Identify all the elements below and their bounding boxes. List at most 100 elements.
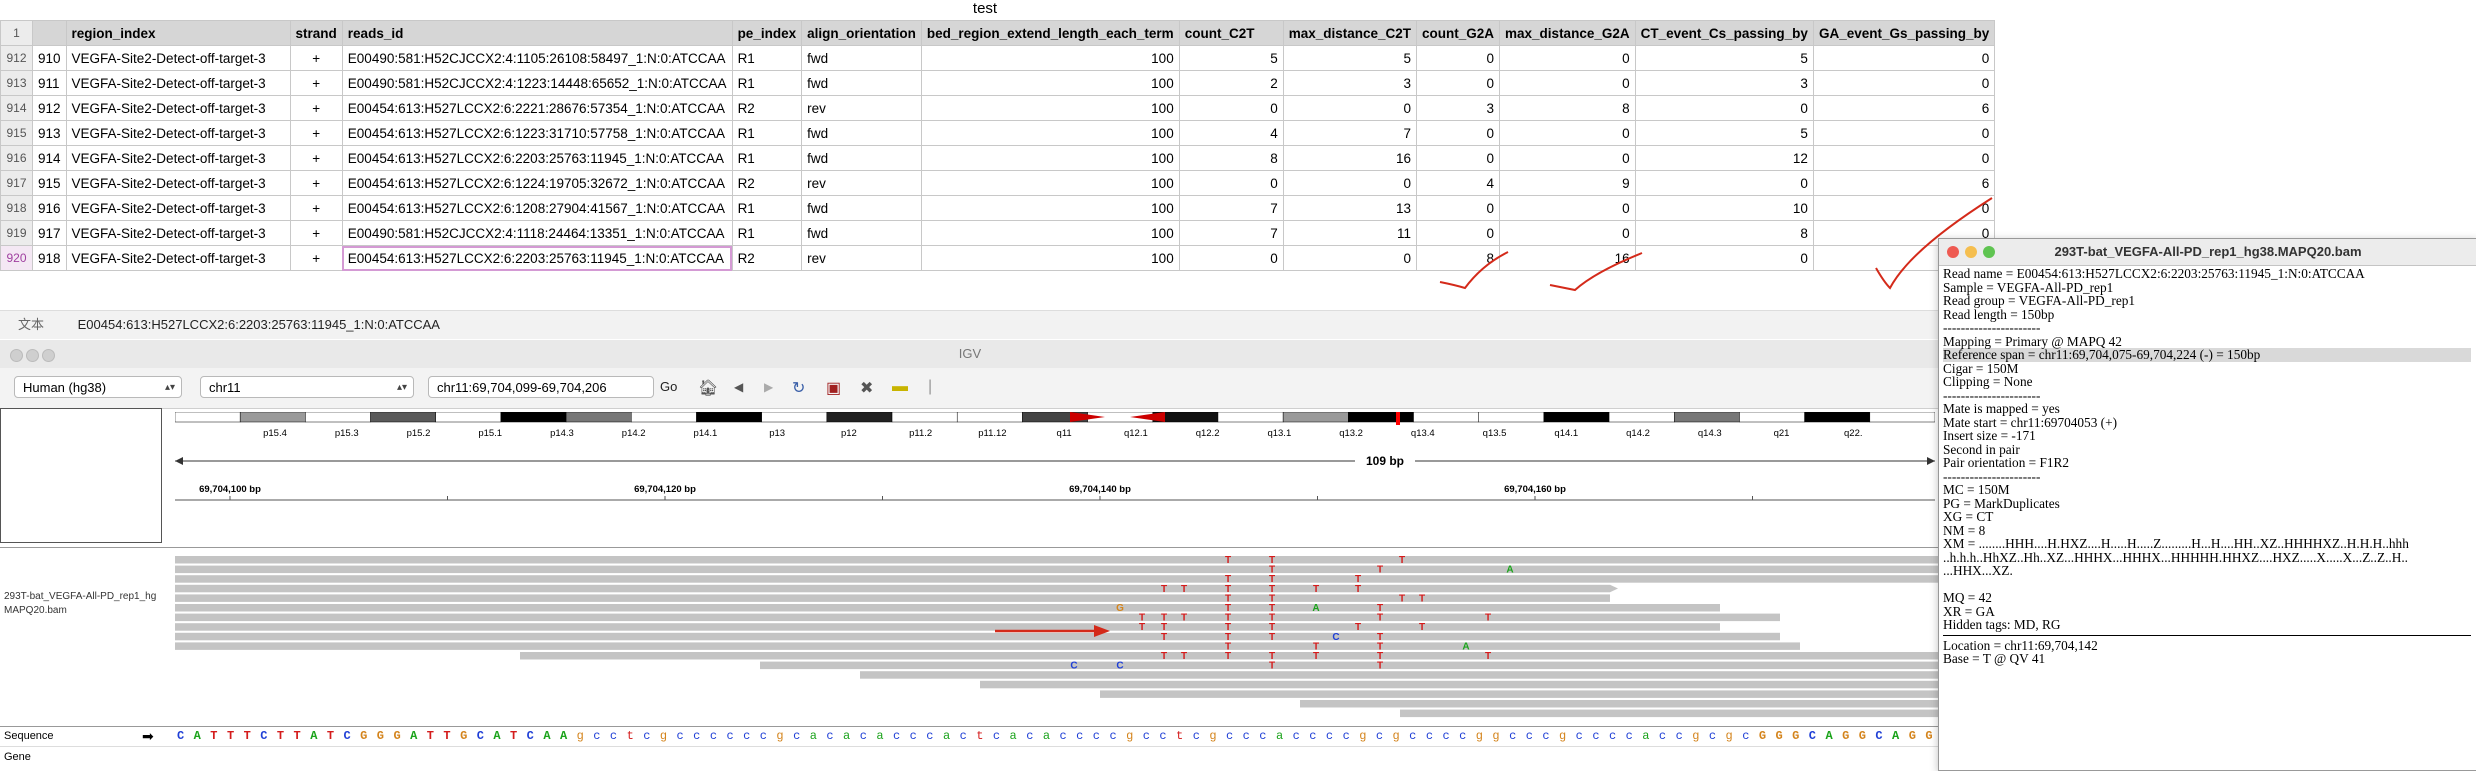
- table-cell-region[interactable]: VEGFA-Site2-Detect-off-target-3: [65, 195, 291, 221]
- column-header-count-C2T[interactable]: count_C2T: [1178, 20, 1284, 46]
- table-cell-md-c2t[interactable]: 0: [1282, 245, 1418, 271]
- table-cell-c2t[interactable]: 5: [1178, 45, 1284, 71]
- read-bar[interactable]: [860, 671, 1940, 679]
- table-cell-g2a[interactable]: 3: [1416, 95, 1501, 121]
- region-icon[interactable]: ▣: [826, 378, 841, 398]
- table-cell-pe[interactable]: R1: [731, 145, 803, 171]
- table-cell-orient[interactable]: fwd: [801, 145, 922, 171]
- read-bar[interactable]: [175, 575, 1940, 583]
- ruler-icon[interactable]: |: [928, 378, 932, 396]
- ideogram-band[interactable]: [175, 412, 241, 423]
- ideogram-band[interactable]: [239, 412, 306, 423]
- row-number[interactable]: 917: [0, 170, 33, 196]
- genome-select[interactable]: Human (hg38) ▴▾: [14, 376, 182, 398]
- index-column-header[interactable]: [32, 20, 67, 46]
- table-cell-g2a[interactable]: 0: [1416, 120, 1501, 146]
- table-cell-ct-pass[interactable]: 12: [1634, 145, 1814, 171]
- ideogram-band[interactable]: [1869, 412, 1935, 423]
- table-cell-ct-pass[interactable]: 5: [1634, 120, 1814, 146]
- table-cell-md-c2t[interactable]: 16: [1282, 145, 1418, 171]
- table-cell-md-c2t[interactable]: 7: [1282, 120, 1418, 146]
- read-bar[interactable]: [175, 632, 1780, 641]
- ideogram-band[interactable]: [1217, 412, 1284, 423]
- read-bar[interactable]: [175, 623, 1720, 631]
- table-cell-bed[interactable]: 100: [920, 120, 1180, 146]
- table-row[interactable]: 916 914 VEGFA-Site2-Detect-off-target-3 + E0…: [0, 145, 1996, 171]
- table-cell-ga-pass[interactable]: 6: [1812, 95, 1996, 121]
- ideogram-band[interactable]: [1674, 412, 1740, 423]
- column-header-bed-region-extend-length-each-term[interactable]: bed_region_extend_length_each_term: [920, 20, 1180, 46]
- table-cell-orient[interactable]: fwd: [801, 45, 922, 71]
- table-cell-strand[interactable]: +: [289, 220, 343, 246]
- read-bar[interactable]: [1100, 690, 1940, 698]
- column-header-strand[interactable]: strand: [289, 20, 343, 46]
- home-icon[interactable]: 🏠︎: [698, 378, 718, 398]
- ideogram-band[interactable]: [696, 412, 762, 423]
- ideogram-band[interactable]: [891, 412, 958, 423]
- column-header-reads-id[interactable]: reads_id: [341, 20, 733, 46]
- table-cell-index[interactable]: 918: [32, 245, 67, 271]
- table-cell-ct-pass[interactable]: 5: [1634, 45, 1814, 71]
- table-cell-reads-id[interactable]: E00490:581:H52CJCCX2:4:1223:14448:65652_…: [341, 70, 733, 96]
- chromosome-select[interactable]: chr11 ▴▾: [200, 376, 414, 398]
- table-cell-ga-pass[interactable]: 0: [1812, 145, 1996, 171]
- table-cell-index[interactable]: 911: [32, 70, 67, 96]
- table-cell-bed[interactable]: 100: [920, 170, 1180, 196]
- table-cell-strand[interactable]: +: [289, 170, 343, 196]
- table-cell-md-g2a[interactable]: 0: [1499, 70, 1636, 96]
- table-cell-pe[interactable]: R1: [731, 120, 803, 146]
- read-bar[interactable]: [175, 613, 1780, 622]
- table-cell-md-g2a[interactable]: 8: [1499, 95, 1636, 121]
- column-header-CT-event-Cs-passing-by[interactable]: CT_event_Cs_passing_by: [1634, 20, 1814, 46]
- table-cell-index[interactable]: 912: [32, 95, 67, 121]
- row-number[interactable]: 919: [0, 220, 33, 246]
- ideogram-band[interactable]: [565, 412, 632, 423]
- table-cell-c2t[interactable]: 0: [1178, 170, 1284, 196]
- table-row[interactable]: 913 911 VEGFA-Site2-Detect-off-target-3 + E0…: [0, 70, 1996, 96]
- row-number[interactable]: 914: [0, 95, 33, 121]
- table-cell-c2t[interactable]: 0: [1178, 95, 1284, 121]
- table-cell-strand[interactable]: +: [289, 95, 343, 121]
- forward-icon[interactable]: ▶: [764, 380, 773, 394]
- read-bar[interactable]: [175, 604, 1720, 612]
- table-cell-ct-pass[interactable]: 0: [1634, 95, 1814, 121]
- read-bar[interactable]: [175, 556, 1940, 564]
- table-cell-region[interactable]: VEGFA-Site2-Detect-off-target-3: [65, 245, 291, 271]
- ideogram-band[interactable]: [1739, 412, 1805, 423]
- table-cell-pe[interactable]: R1: [731, 195, 803, 221]
- popup-text-icon[interactable]: ▬: [892, 378, 908, 396]
- table-cell-g2a[interactable]: 0: [1416, 145, 1501, 171]
- table-cell-reads-id[interactable]: E00454:613:H527LCCX2:6:2203:25763:11945_…: [341, 245, 733, 271]
- row-number[interactable]: 916: [0, 145, 33, 171]
- table-cell-reads-id[interactable]: E00454:613:H527LCCX2:6:2221:28676:57354_…: [341, 95, 733, 121]
- read-bar[interactable]: [1400, 709, 1940, 718]
- table-cell-c2t[interactable]: 7: [1178, 195, 1284, 221]
- column-header-align-orientation[interactable]: align_orientation: [801, 20, 922, 46]
- table-cell-reads-id[interactable]: E00490:581:H52CJCCX2:4:1105:26108:58497_…: [341, 45, 733, 71]
- ideogram-band[interactable]: [1413, 412, 1479, 423]
- column-header-pe-index[interactable]: pe_index: [731, 20, 803, 46]
- read-bar[interactable]: [175, 594, 1610, 602]
- table-cell-region[interactable]: VEGFA-Site2-Detect-off-target-3: [65, 220, 291, 246]
- row-number[interactable]: 918: [0, 195, 33, 221]
- table-cell-region[interactable]: VEGFA-Site2-Detect-off-target-3: [65, 170, 291, 196]
- column-header-GA-event-Gs-passing-by[interactable]: GA_event_Gs_passing_by: [1812, 20, 1996, 46]
- table-cell-reads-id[interactable]: E00454:613:H527LCCX2:6:1224:19705:32672_…: [341, 170, 733, 196]
- ideogram-band[interactable]: [1543, 412, 1610, 423]
- table-cell-orient[interactable]: rev: [801, 245, 922, 271]
- table-row[interactable]: 915 913 VEGFA-Site2-Detect-off-target-3 + E0…: [0, 120, 1996, 146]
- table-cell-c2t[interactable]: 8: [1178, 145, 1284, 171]
- ideogram-band[interactable]: [826, 412, 893, 423]
- ideogram-ruler[interactable]: p15.4 p15.3 p15.2 p15.1 p14.3 p14.2 p14.1 p13 p1…: [175, 412, 1935, 542]
- table-cell-bed[interactable]: 100: [920, 220, 1180, 246]
- table-cell-reads-id[interactable]: E00490:581:H52CJCCX2:4:1118:24464:13351_…: [341, 220, 733, 246]
- read-bar[interactable]: [1300, 700, 1940, 708]
- table-cell-g2a[interactable]: 0: [1416, 45, 1501, 71]
- ideogram-band[interactable]: [1608, 412, 1675, 423]
- table-cell-index[interactable]: 916: [32, 195, 67, 221]
- zoom-window-button[interactable]: [42, 349, 55, 362]
- table-cell-index[interactable]: 917: [32, 220, 67, 246]
- table-cell-bed[interactable]: 100: [920, 45, 1180, 71]
- table-cell-region[interactable]: VEGFA-Site2-Detect-off-target-3: [65, 45, 291, 71]
- table-cell-md-c2t[interactable]: 3: [1282, 70, 1418, 96]
